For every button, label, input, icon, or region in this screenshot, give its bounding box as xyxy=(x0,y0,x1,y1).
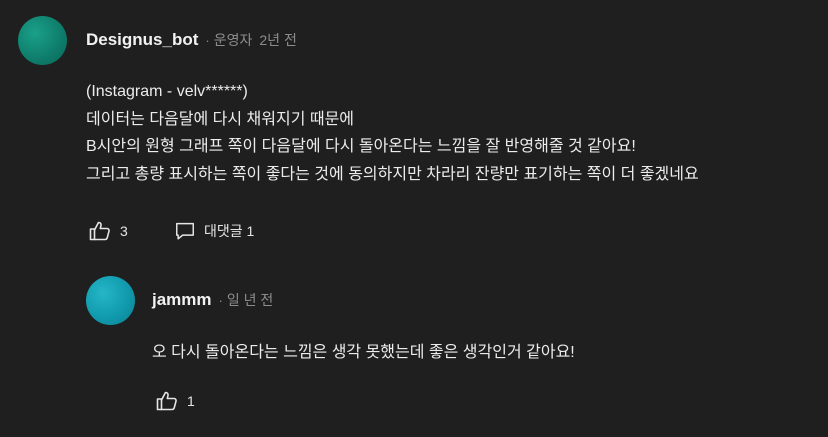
reply-meta: jammm · 일 년 전 xyxy=(152,290,273,310)
author-role-badge: 운영자 xyxy=(213,32,253,48)
reply-count-label: 대댓글 1 xyxy=(204,223,255,239)
comment-bubble-icon xyxy=(174,220,196,242)
comment-body: (Instagram - velv******) 데이터는 다음달에 다시 채워… xyxy=(86,78,699,188)
reply-like-button[interactable]: 1 xyxy=(155,389,195,413)
comment-line: B시안의 원형 그래프 쪽이 다음달에 다시 돌아온다는 느낌을 잘 반영해줄 … xyxy=(86,138,636,155)
comment-line: 데이터는 다음달에 다시 채워지기 때문에 xyxy=(86,110,355,128)
comment-line: (Instagram - velv******) xyxy=(86,83,248,100)
thumbs-up-icon xyxy=(155,389,179,413)
like-count: 3 xyxy=(120,223,128,239)
replier-avatar[interactable] xyxy=(86,276,135,325)
comment-timestamp: 2년 전 xyxy=(259,32,297,48)
comment-like-button[interactable]: 3 xyxy=(88,219,128,243)
comment-meta: Designus_bot · 운영자 2년 전 xyxy=(86,30,297,50)
comment-line: 그리고 총량 표시하는 쪽이 좋다는 것에 동의하지만 차라리 잔량만 표기하는… xyxy=(86,165,699,183)
like-count: 1 xyxy=(187,393,195,409)
reply-body: 오 다시 돌아온다는 느낌은 생각 못했는데 좋은 생각인거 같아요! xyxy=(152,339,575,367)
meta-separator: · xyxy=(205,33,210,48)
meta-separator: · xyxy=(218,293,223,308)
reply-timestamp: 일 년 전 xyxy=(226,292,274,308)
reply-author-name[interactable]: jammm xyxy=(152,290,212,310)
commenter-avatar[interactable] xyxy=(18,16,67,65)
reply-line: 오 다시 돌아온다는 느낌은 생각 못했는데 좋은 생각인거 같아요! xyxy=(152,344,575,361)
comment-author-name[interactable]: Designus_bot xyxy=(86,30,198,50)
reply-button[interactable]: 대댓글 1 xyxy=(174,220,254,242)
thumbs-up-icon xyxy=(88,219,112,243)
